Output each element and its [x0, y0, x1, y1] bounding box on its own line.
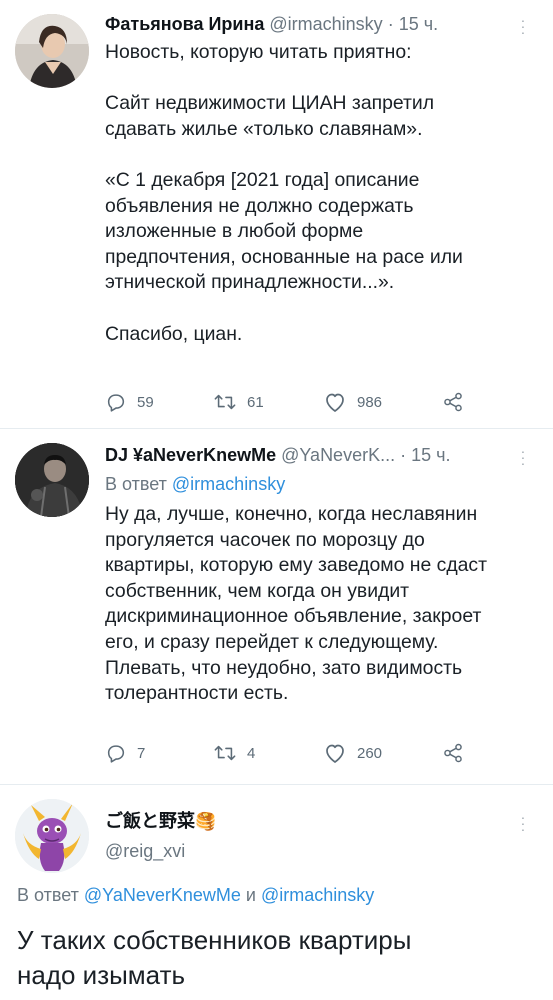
timestamp[interactable]: 15 ч.: [411, 445, 450, 465]
retweet-count: 61: [247, 393, 264, 411]
timestamp[interactable]: 15 ч.: [399, 14, 438, 34]
tweet-header: DJ ¥aNeverKnewMe @YaNeverK... · 15 ч.: [105, 445, 451, 466]
reply-mention-link[interactable]: @irmachinsky: [172, 474, 285, 494]
separator-dot: ·: [400, 445, 412, 465]
tweet-text: У таких собственников квартиры надо изым…: [17, 925, 412, 990]
retweet-icon: [214, 745, 236, 761]
reply-mention-link[interactable]: @irmachinsky: [261, 885, 374, 905]
avatar[interactable]: [15, 14, 89, 88]
reply-context: В ответ @YaNeverKnewMe и @irmachinsky: [17, 885, 374, 906]
author-name[interactable]: DJ ¥aNeverKnewMe: [105, 445, 276, 465]
like-count: 260: [357, 744, 383, 762]
reply-prefix: В ответ: [17, 885, 79, 905]
share-icon: [444, 392, 462, 412]
author-name[interactable]: ご飯と野菜: [105, 811, 195, 831]
tweet-2[interactable]: DJ ¥aNeverKnewMe @YaNeverK... · 15 ч. · ·…: [0, 429, 553, 784]
author-handle-line: @reig_xvi: [105, 841, 185, 862]
reply-conjunction: и: [245, 885, 256, 905]
author-handle[interactable]: @reig_xvi: [105, 841, 185, 861]
retweet-button[interactable]: 61: [213, 391, 264, 413]
pancake-emoji: 🥞: [195, 812, 217, 831]
reply-icon: [107, 394, 125, 412]
heart-icon: [326, 393, 344, 412]
reply-mention-link[interactable]: @YaNeverKnewMe: [84, 885, 241, 905]
separator-dot: ·: [387, 14, 399, 34]
purple-dragon-avatar-icon: [15, 799, 89, 873]
like-count: 986: [357, 393, 383, 411]
share-button[interactable]: [442, 391, 474, 413]
user-photo-icon: [15, 443, 89, 517]
tweet-1[interactable]: Фатьянова Ирина @irmachinsky · 15 ч. · · ·…: [0, 0, 553, 425]
tweet-header: Фатьянова Ирина @irmachinsky · 15 ч.: [105, 14, 438, 35]
tweet-header: ご飯と野菜🥞: [105, 807, 216, 833]
user-photo-icon: [15, 14, 89, 88]
tweet-3[interactable]: ご飯と野菜🥞 @reig_xvi · · · В ответ @YaNeverKne…: [0, 785, 553, 1000]
reply-prefix: В ответ: [105, 474, 167, 494]
reply-button[interactable]: 59: [105, 391, 154, 413]
reply-count: 59: [137, 393, 154, 411]
tweet-text: Новость, которую читать приятно: Сайт не…: [105, 41, 463, 345]
share-icon: [444, 743, 462, 763]
heart-icon: [326, 744, 344, 763]
author-handle[interactable]: @YaNeverK...: [281, 445, 395, 465]
retweet-icon: [214, 394, 236, 410]
tweet-actions: 59 61 986: [105, 391, 545, 417]
tweet-actions: 7 4 260: [105, 742, 545, 768]
more-options-icon[interactable]: · · ·: [518, 810, 528, 836]
reply-button[interactable]: 7: [105, 742, 145, 764]
like-button[interactable]: 260: [323, 742, 382, 764]
retweet-count: 4: [247, 744, 256, 762]
reply-count: 7: [137, 744, 146, 762]
share-button[interactable]: [442, 742, 474, 764]
author-name[interactable]: Фатьянова Ирина: [105, 14, 264, 34]
author-handle[interactable]: @irmachinsky: [269, 14, 382, 34]
reply-icon: [107, 745, 125, 763]
avatar[interactable]: [15, 799, 89, 873]
like-button[interactable]: 986: [323, 391, 382, 413]
more-options-icon[interactable]: · · ·: [518, 444, 528, 470]
tweet-text: Ну да, лучше, конечно, когда неславянин …: [105, 503, 487, 705]
avatar[interactable]: [15, 443, 89, 517]
more-options-icon[interactable]: · · ·: [518, 13, 528, 39]
retweet-button[interactable]: 4: [213, 742, 255, 764]
reply-context: В ответ @irmachinsky: [105, 474, 285, 495]
